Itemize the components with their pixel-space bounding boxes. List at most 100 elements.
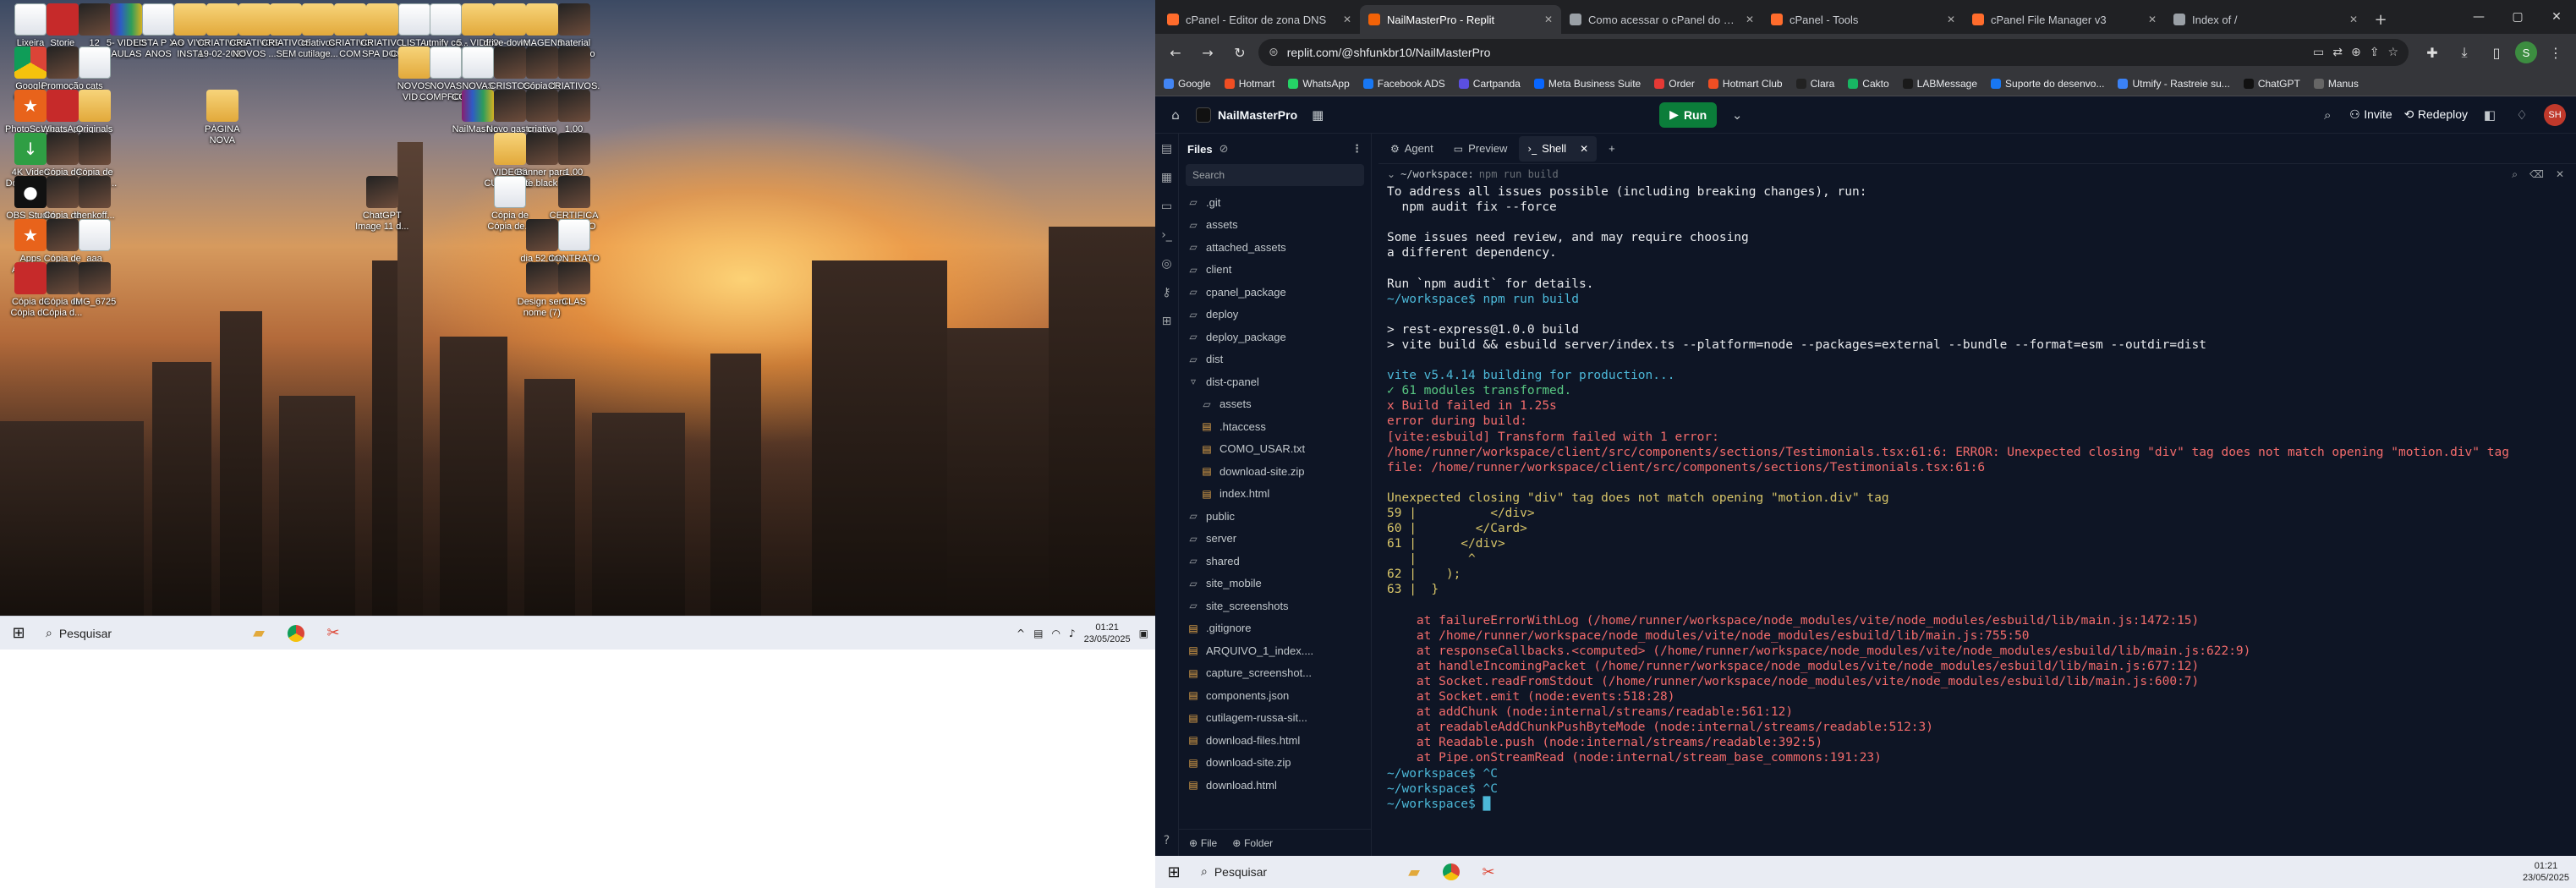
taskbar-file-explorer[interactable]: ▰ [240, 617, 277, 650]
file-item[interactable]: ▤ .htaccess [1179, 415, 1371, 438]
close-icon[interactable]: ✕ [1544, 14, 1553, 25]
close-icon[interactable]: ✕ [1343, 14, 1351, 25]
new-file-button[interactable]: ⊕ File [1189, 837, 1217, 849]
folder-item[interactable]: ▱ shared [1179, 550, 1371, 573]
close-icon[interactable]: ✕ [2148, 14, 2157, 25]
downloads-button[interactable]: ⤓ [2451, 39, 2478, 66]
apps-tool-icon[interactable]: ▦ [1161, 171, 1172, 184]
home-icon[interactable]: ⌂ [1165, 107, 1186, 123]
browser-tab[interactable]: cPanel File Manager v3 ✕ [1964, 5, 2165, 34]
bookmark-item[interactable]: Cakto [1848, 78, 1889, 90]
layout-icon[interactable]: ▦ [1307, 107, 1328, 123]
bookmark-item[interactable]: Hotmart Club [1707, 78, 1783, 90]
minimize-icon[interactable]: — [2459, 0, 2498, 34]
file-item[interactable]: ▤ download-site.zip [1179, 752, 1371, 775]
folder-item[interactable]: ▱ assets [1179, 214, 1371, 237]
bookmark-item[interactable]: Suporte do desenvo... [1991, 78, 2104, 90]
folder-item[interactable]: ▱ deploy_package [1179, 326, 1371, 348]
back-button[interactable]: ← [1162, 39, 1189, 66]
network-icon[interactable]: ▤ [1033, 628, 1043, 639]
file-item[interactable]: ▤ ARQUIVO_1_index.... [1179, 639, 1371, 662]
file-item[interactable]: ▤ cutilagem-russa-sit... [1179, 707, 1371, 730]
wifi-icon[interactable]: ◠ [1051, 628, 1060, 639]
close-icon[interactable]: ✕ [1746, 14, 1754, 25]
start-button-right[interactable]: ⊞ [1155, 855, 1192, 888]
taskbar-chrome[interactable] [277, 617, 315, 650]
share-icon[interactable]: ⇪ [2370, 46, 2380, 59]
address-bar[interactable]: ⊜ replit.com/@shfunkbr10/NailMasterPro ▭… [1258, 39, 2409, 66]
help-icon[interactable]: ? [1164, 834, 1170, 847]
bookmark-item[interactable]: LABMessage [1902, 78, 1977, 90]
folder-item[interactable]: ▱ site_screenshots [1179, 595, 1371, 617]
taskbar-snipping-right[interactable]: ✂ [1470, 855, 1507, 888]
grid-tool-icon[interactable]: ⊞ [1162, 315, 1172, 328]
browser-tab[interactable]: cPanel - Editor de zona DNS ✕ [1159, 5, 1360, 34]
file-item[interactable]: ▤ download-files.html [1179, 729, 1371, 752]
shell-clear-icon[interactable]: ⌫ [2529, 168, 2544, 181]
desktop-icon[interactable]: aaa [68, 219, 122, 265]
taskbar-clock-right[interactable]: 01:21 23/05/2025 [2523, 860, 2569, 884]
browser-tab[interactable]: NailMasterPro - Replit ✕ [1360, 5, 1561, 34]
tray-chevron-icon[interactable]: ^ [1017, 628, 1025, 639]
profile-avatar[interactable]: S [2515, 41, 2537, 63]
tab-agent[interactable]: ⚙ Agent [1382, 136, 1442, 162]
notifications-icon[interactable]: ▣ [1139, 628, 1148, 639]
bookmark-item[interactable]: WhatsApp [1288, 78, 1350, 90]
bookmark-item[interactable]: Manus [2313, 78, 2359, 90]
run-button[interactable]: ▶ Run [1659, 101, 1718, 128]
project-selector[interactable]: NailMasterPro [1196, 107, 1297, 123]
terminal-output[interactable]: To address all issues possible (includin… [1378, 184, 2576, 856]
folder-item[interactable]: ▱ server [1179, 528, 1371, 551]
start-button[interactable]: ⊞ [0, 617, 37, 650]
file-item[interactable]: ▤ components.json [1179, 684, 1371, 707]
bookmark-star-icon[interactable]: ☆ [2387, 46, 2398, 59]
database-tool-icon[interactable]: ◎ [1161, 257, 1171, 271]
site-info-icon[interactable]: ⊜ [1269, 46, 1279, 59]
bookmark-item[interactable]: Hotmart [1224, 78, 1274, 90]
folder-item[interactable]: ▱ deploy [1179, 304, 1371, 326]
folder-item[interactable]: ▱ attached_assets [1179, 236, 1371, 259]
folder-item[interactable]: ▱ public [1179, 505, 1371, 528]
taskbar-chrome-right[interactable] [1433, 855, 1470, 888]
folder-item[interactable]: ▿ dist-cpanel [1179, 370, 1371, 393]
files-more-icon[interactable]: ⋮ [1351, 143, 1362, 156]
tab-shell[interactable]: ›_ Shell ✕ [1519, 135, 1598, 162]
bookmark-item[interactable]: ChatGPT [2243, 78, 2300, 90]
folder-item[interactable]: ▱ assets [1179, 393, 1371, 416]
close-icon[interactable]: ✕ [2349, 14, 2358, 25]
desktop-icon[interactable]: thenkoff... [68, 176, 122, 222]
file-item[interactable]: ▤ capture_screenshot... [1179, 662, 1371, 685]
browser-tab[interactable]: Como acessar o cPanel do site ✕ [1561, 5, 1762, 34]
extensions-button[interactable]: ✚ [2419, 39, 2446, 66]
file-item[interactable]: ▤ index.html [1179, 483, 1371, 506]
bookmark-item[interactable]: Clara [1795, 78, 1834, 90]
desktop-icon[interactable]: cats [68, 47, 122, 92]
browser-menu-button[interactable]: ⋮ [2542, 39, 2569, 66]
zoom-icon[interactable]: ⊕ [2351, 46, 2361, 59]
redeploy-button[interactable]: ⟲ Redeploy [2404, 107, 2468, 122]
taskbar-snipping[interactable]: ✂ [315, 617, 352, 650]
taskbar-search-right[interactable]: ⌕ Pesquisar [1192, 860, 1395, 884]
desktop-icon[interactable]: IMG_6725 [68, 262, 122, 308]
close-icon[interactable]: ✕ [1580, 143, 1588, 155]
taskbar-clock[interactable]: 01:21 23/05/2025 [1084, 622, 1131, 645]
browser-tab[interactable]: Index of / ✕ [2165, 5, 2366, 34]
bookmark-item[interactable]: Utmify - Rastreie su... [2118, 78, 2230, 90]
volume-icon[interactable]: ♪ [1069, 628, 1076, 639]
taskbar-file-explorer-right[interactable]: ▰ [1395, 855, 1433, 888]
files-tool-icon[interactable]: ▤ [1161, 142, 1172, 156]
folder-item[interactable]: ▱ site_mobile [1179, 573, 1371, 595]
desktop-icon[interactable]: ChatGPT Image 11 d... [355, 176, 409, 233]
maximize-icon[interactable]: ▢ [2498, 0, 2537, 34]
file-item[interactable]: ▤ download-site.zip [1179, 460, 1371, 483]
split-view-button[interactable]: ▯ [2483, 39, 2510, 66]
reload-button[interactable]: ↻ [1226, 39, 1253, 66]
translate-icon[interactable]: ⇄ [2332, 46, 2343, 59]
run-options-chevron-icon[interactable]: ⌄ [1727, 107, 1747, 123]
new-tab-button[interactable]: + [2366, 5, 2395, 34]
folder-item[interactable]: ▱ dist [1179, 348, 1371, 371]
new-pane-button[interactable]: + [1600, 136, 1624, 162]
close-window-icon[interactable]: ✕ [2537, 0, 2576, 34]
invite-button[interactable]: ⚇ Invite [2349, 107, 2392, 122]
folder-item[interactable]: ▱ .git [1179, 191, 1371, 214]
